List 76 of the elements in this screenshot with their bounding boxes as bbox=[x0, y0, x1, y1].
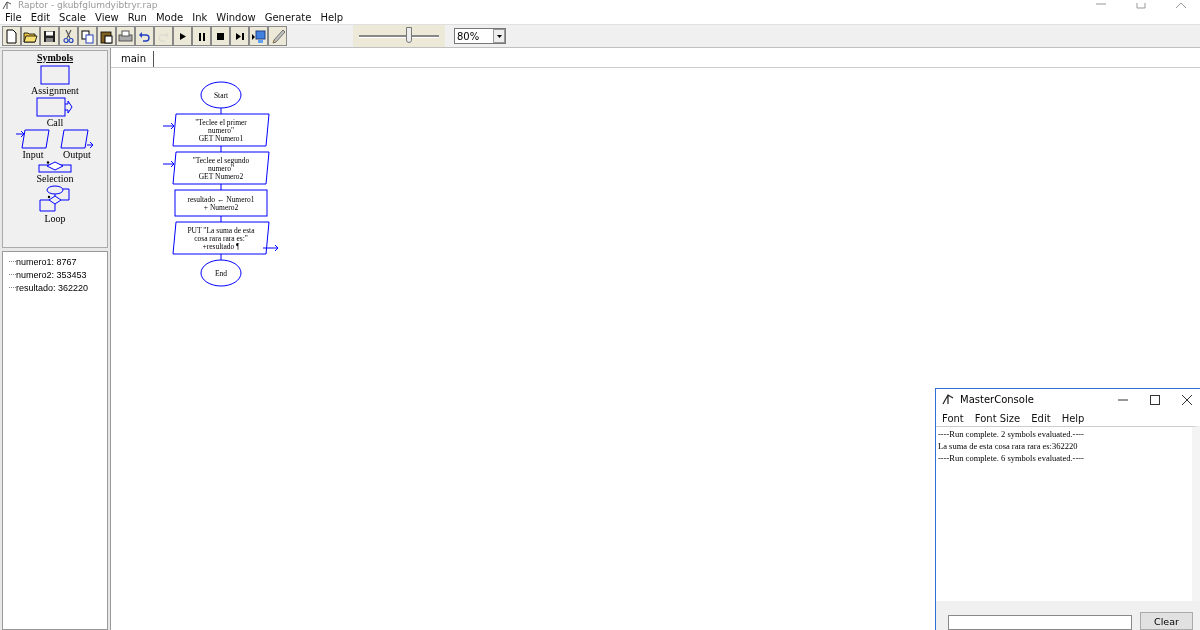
symbol-label: Loop bbox=[44, 213, 66, 224]
dropdown-button[interactable] bbox=[493, 29, 505, 43]
toolbar-button[interactable] bbox=[192, 26, 211, 46]
input-symbol-icon bbox=[16, 129, 50, 149]
symbol-label: Output bbox=[63, 149, 91, 160]
symbol-tool[interactable]: Loop bbox=[39, 185, 71, 224]
symbol-tool[interactable]: Selection bbox=[36, 161, 74, 184]
menu-item[interactable]: Edit bbox=[30, 12, 51, 23]
panel-title: Symbols bbox=[36, 52, 74, 63]
stick-figure-icon bbox=[942, 394, 954, 405]
toolbar-button[interactable] bbox=[97, 26, 116, 46]
menu-item[interactable]: Edit bbox=[1031, 412, 1051, 424]
output-symbol-icon bbox=[60, 129, 94, 149]
caret-icon bbox=[496, 34, 502, 38]
toolbar-button[interactable] bbox=[230, 26, 249, 46]
symbol-label: Input bbox=[22, 149, 44, 160]
menu-item[interactable]: Generate bbox=[264, 12, 312, 23]
console-line: ----Run complete. 2 symbols evaluated.---- bbox=[938, 429, 1084, 439]
symbol-tool[interactable]: Assignment bbox=[31, 65, 79, 96]
toolbar-button[interactable] bbox=[173, 26, 192, 46]
menu-item[interactable]: Font Size bbox=[974, 412, 1021, 424]
clear-button[interactable]: Clear bbox=[1140, 612, 1193, 630]
input-field[interactable] bbox=[948, 615, 1132, 630]
connector-line bbox=[220, 253, 222, 261]
toolbar-button[interactable] bbox=[249, 26, 268, 46]
connector-line bbox=[220, 145, 222, 153]
window-title: Raptor - gkubfglumdyibtryr.rap bbox=[18, 0, 158, 11]
zoom-slider[interactable] bbox=[353, 25, 445, 47]
printer-icon bbox=[118, 28, 133, 44]
symbol-label: Call bbox=[46, 117, 64, 128]
symbol-label: Assignment bbox=[31, 85, 79, 96]
symbol-label: Selection bbox=[36, 173, 74, 184]
monitor-icon bbox=[251, 28, 266, 44]
menu-item[interactable]: Font bbox=[942, 412, 964, 424]
variable-entry[interactable]: numero2: 353453 bbox=[16, 269, 87, 280]
slider-thumb[interactable] bbox=[405, 26, 412, 43]
menu-item[interactable]: Run bbox=[127, 12, 147, 23]
symbol-tool[interactable]: Output bbox=[60, 129, 94, 160]
zoom-dropdown[interactable]: 80% bbox=[454, 28, 506, 44]
minimize-icon[interactable] bbox=[1118, 398, 1128, 401]
menu-item[interactable]: Help bbox=[1061, 412, 1085, 424]
menu-item[interactable]: Scale bbox=[59, 12, 86, 23]
rectangle-symbol-icon bbox=[40, 65, 70, 85]
menu-item[interactable]: Window bbox=[216, 12, 256, 23]
symbol-tool[interactable]: Call bbox=[36, 97, 74, 128]
loop-symbol-icon bbox=[39, 185, 71, 213]
symbol-tool[interactable]: Input bbox=[16, 129, 50, 160]
terminal-shape bbox=[200, 81, 242, 109]
maximize-icon[interactable] bbox=[1150, 394, 1160, 405]
selection-symbol-icon bbox=[38, 161, 72, 173]
menu-item[interactable]: File bbox=[5, 12, 22, 23]
menu-item[interactable]: Help bbox=[320, 12, 344, 23]
toolbar-button[interactable] bbox=[40, 26, 59, 46]
scissors-icon bbox=[61, 28, 76, 44]
connector-line bbox=[220, 183, 222, 191]
toolbar-button[interactable] bbox=[211, 26, 230, 46]
console-line: La suma de esta cosa rara rara es:362220 bbox=[938, 441, 1078, 451]
stick-figure-icon bbox=[2, 1, 12, 10]
menu-item[interactable]: Ink bbox=[192, 12, 208, 23]
pen-icon bbox=[270, 28, 285, 44]
terminal-shape bbox=[200, 259, 242, 287]
menu-item[interactable]: View bbox=[95, 12, 119, 23]
console-title: MasterConsole bbox=[960, 394, 1034, 405]
connector-line bbox=[220, 107, 222, 115]
copy-icon bbox=[80, 28, 95, 44]
connector-line bbox=[220, 215, 222, 223]
menu-item[interactable]: Mode bbox=[155, 12, 184, 23]
toolbar-button[interactable] bbox=[21, 26, 40, 46]
call-symbol-icon bbox=[36, 97, 74, 117]
clipboard-icon bbox=[99, 28, 114, 44]
variable-entry[interactable]: numero1: 8767 bbox=[16, 256, 77, 267]
variable-entry[interactable]: resultado: 362220 bbox=[16, 282, 89, 293]
page-icon bbox=[4, 28, 19, 44]
toolbar-button[interactable] bbox=[135, 26, 154, 46]
zoom-value: 80% bbox=[457, 30, 480, 42]
console-line: ----Run complete. 6 symbols evaluated.---- bbox=[938, 453, 1084, 463]
